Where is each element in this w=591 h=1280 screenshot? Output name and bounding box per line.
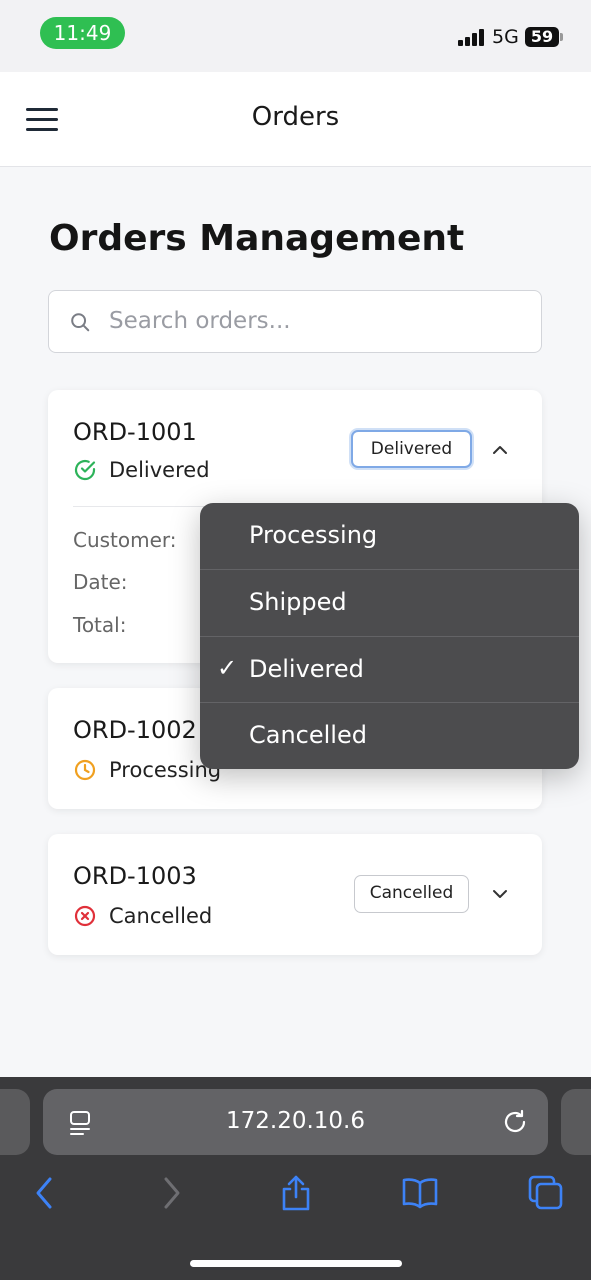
order-id: ORD-1003 [73, 862, 197, 890]
search-box[interactable] [48, 290, 542, 353]
option-label: Processing [249, 521, 378, 549]
status-select[interactable]: Delivered [351, 430, 472, 468]
tabs-icon[interactable] [526, 1173, 566, 1213]
previous-tab-peek[interactable] [0, 1089, 30, 1155]
share-icon[interactable] [276, 1173, 316, 1213]
checkmark-icon: ✓ [217, 654, 238, 682]
order-status: Processing [73, 758, 221, 782]
search-input[interactable] [109, 301, 529, 341]
browser-toolbar: 172.20.10.6 [0, 1077, 591, 1280]
app-header: Orders [0, 72, 591, 167]
option-label: Cancelled [249, 721, 367, 749]
page-title: Orders Management [49, 218, 465, 259]
next-tab-peek[interactable] [561, 1089, 591, 1155]
status-bar: 11:49 5G 59 [0, 0, 591, 72]
status-label: Delivered [109, 458, 210, 482]
header-title: Orders [251, 102, 340, 132]
search-icon [71, 313, 90, 332]
address-bar[interactable]: 172.20.10.6 [43, 1089, 548, 1155]
dropdown-option-processing[interactable]: Processing [200, 503, 579, 569]
battery-icon: 59 [525, 27, 559, 47]
clock-icon [74, 759, 96, 781]
status-select[interactable]: Cancelled [354, 875, 469, 913]
reload-icon[interactable] [501, 1108, 529, 1136]
order-id: ORD-1001 [73, 418, 197, 446]
x-circle-icon [74, 905, 96, 927]
status-time: 11:49 [40, 17, 125, 49]
signal-icon [458, 28, 484, 46]
bookmarks-icon[interactable] [400, 1173, 440, 1213]
customer-label: Customer: [73, 528, 177, 552]
status-dropdown-menu: Processing Shipped ✓ Delivered Cancelled [200, 503, 579, 769]
battery-nub [560, 33, 563, 41]
option-label: Delivered [249, 655, 364, 683]
url-text: 172.20.10.6 [226, 1108, 365, 1134]
order-status: Cancelled [73, 904, 212, 928]
order-status: Delivered [73, 458, 210, 482]
check-circle-icon [74, 459, 96, 481]
home-indicator [190, 1260, 402, 1267]
option-label: Shipped [249, 588, 347, 616]
forward-icon[interactable] [152, 1173, 192, 1213]
total-label: Total: [73, 613, 127, 637]
order-id: ORD-1002 [73, 716, 197, 744]
back-icon[interactable] [24, 1173, 64, 1213]
dropdown-option-shipped[interactable]: Shipped [200, 570, 579, 636]
dropdown-option-delivered[interactable]: ✓ Delivered [200, 637, 579, 703]
status-label: Cancelled [109, 904, 213, 928]
chevron-down-icon[interactable] [490, 884, 510, 904]
chevron-up-icon[interactable] [490, 440, 510, 460]
dropdown-option-cancelled[interactable]: Cancelled [200, 703, 579, 769]
order-card: ORD-1003 Cancelled Cancelled [48, 834, 542, 955]
network-label: 5G [492, 26, 519, 48]
date-label: Date: [73, 570, 128, 594]
